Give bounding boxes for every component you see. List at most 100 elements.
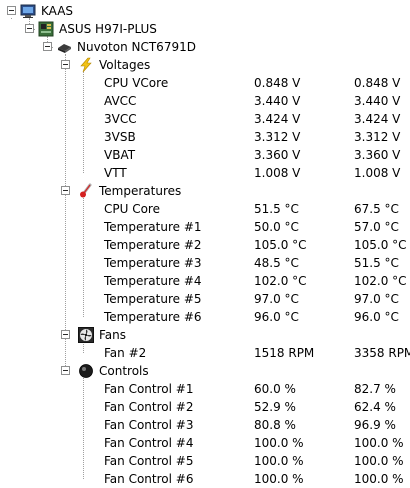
sensor-name: Fan Control #3 — [104, 418, 194, 432]
sensor-name: Temperature #1 — [104, 220, 202, 234]
tree-node-controls[interactable]: Controls — [0, 362, 410, 380]
thermometer-icon — [78, 183, 94, 199]
sensor-max: 3.440 V — [354, 94, 401, 108]
control-knob-icon — [78, 363, 94, 379]
sensor-value: 60.0 % — [254, 382, 296, 396]
sensor-name: Fan Control #4 — [104, 436, 194, 450]
sensor-value: 3.424 V — [254, 112, 301, 126]
tree-node-fans[interactable]: Fans — [0, 326, 410, 344]
node-label: KAAS — [41, 4, 74, 18]
sensor-name: CPU VCore — [104, 76, 169, 90]
sensor-name: Temperature #3 — [104, 256, 202, 270]
sensor-row[interactable]: Fan Control #3 80.8 % 96.9 % — [0, 416, 410, 434]
sensor-max: 3358 RPM — [354, 346, 410, 360]
sensor-row[interactable]: Fan Control #6 100.0 % 100.0 % — [0, 470, 410, 488]
sensor-row[interactable]: Fan Control #1 60.0 % 82.7 % — [0, 380, 410, 398]
motherboard-icon — [38, 21, 54, 37]
node-label: ASUS H97I-PLUS — [59, 22, 157, 36]
sensor-row[interactable]: CPU Core 51.5 °C 67.5 °C — [0, 200, 410, 218]
tree-node-voltages[interactable]: Voltages — [0, 56, 410, 74]
sensor-value: 3.360 V — [254, 148, 301, 162]
sensor-row[interactable]: VBAT 3.360 V 3.360 V — [0, 146, 410, 164]
sensor-name: Fan Control #5 — [104, 454, 194, 468]
sensor-tree: KAAS ASUS H97I-PLUS Nuvoton NCT6791D Vol… — [0, 0, 410, 486]
sensor-row[interactable]: AVCC 3.440 V 3.440 V — [0, 92, 410, 110]
sensor-value: 100.0 % — [254, 436, 304, 450]
sensor-row[interactable]: Temperature #4 102.0 °C 102.0 °C — [0, 272, 410, 290]
sensor-row[interactable]: Fan Control #2 52.9 % 62.4 % — [0, 398, 410, 416]
node-label: Voltages — [99, 58, 151, 72]
sensor-name: Fan #2 — [104, 346, 147, 360]
fan-icon — [78, 327, 94, 343]
sensor-value: 0.848 V — [254, 76, 301, 90]
sensor-row[interactable]: CPU VCore 0.848 V 0.848 V — [0, 74, 410, 92]
collapse-toggle[interactable] — [61, 330, 70, 339]
sensor-name: Temperature #5 — [104, 292, 202, 306]
sensor-value: 96.0 °C — [254, 310, 299, 324]
sensor-value: 97.0 °C — [254, 292, 299, 306]
sensor-row[interactable]: Temperature #3 48.5 °C 51.5 °C — [0, 254, 410, 272]
tree-node-motherboard[interactable]: ASUS H97I-PLUS — [0, 20, 410, 38]
sensor-name: Fan Control #6 — [104, 472, 194, 486]
sensor-name: 3VCC — [104, 112, 137, 126]
sensor-row[interactable]: Fan #2 1518 RPM 3358 RPM — [0, 344, 410, 362]
sensor-max: 67.5 °C — [354, 202, 399, 216]
lightning-icon — [78, 57, 94, 73]
tree-node-computer[interactable]: KAAS — [0, 2, 410, 20]
sensor-value: 105.0 °C — [254, 238, 307, 252]
collapse-toggle[interactable] — [25, 24, 34, 33]
sensor-value: 3.312 V — [254, 130, 301, 144]
chip-icon — [56, 39, 72, 55]
sensor-value: 1.008 V — [254, 166, 301, 180]
sensor-name: VTT — [104, 166, 127, 180]
sensor-value: 1518 RPM — [254, 346, 315, 360]
sensor-max: 3.360 V — [354, 148, 401, 162]
tree-node-chip[interactable]: Nuvoton NCT6791D — [0, 38, 410, 56]
collapse-toggle[interactable] — [61, 60, 70, 69]
sensor-max: 105.0 °C — [354, 238, 407, 252]
sensor-name: 3VSB — [104, 130, 136, 144]
sensor-row[interactable]: 3VCC 3.424 V 3.424 V — [0, 110, 410, 128]
sensor-max: 96.0 °C — [354, 310, 399, 324]
sensor-value: 3.440 V — [254, 94, 301, 108]
sensor-row[interactable]: VTT 1.008 V 1.008 V — [0, 164, 410, 182]
sensor-max: 96.9 % — [354, 418, 396, 432]
sensor-value: 102.0 °C — [254, 274, 307, 288]
sensor-name: AVCC — [104, 94, 137, 108]
sensor-row[interactable]: Fan Control #4 100.0 % 100.0 % — [0, 434, 410, 452]
sensor-value: 50.0 °C — [254, 220, 299, 234]
collapse-toggle[interactable] — [43, 42, 52, 51]
collapse-toggle[interactable] — [61, 186, 70, 195]
sensor-max: 3.424 V — [354, 112, 401, 126]
sensor-row[interactable]: Temperature #1 50.0 °C 57.0 °C — [0, 218, 410, 236]
sensor-value: 48.5 °C — [254, 256, 299, 270]
sensor-max: 51.5 °C — [354, 256, 399, 270]
sensor-max: 3.312 V — [354, 130, 401, 144]
sensor-name: Temperature #4 — [104, 274, 202, 288]
sensor-max: 1.008 V — [354, 166, 401, 180]
node-label: Temperatures — [99, 184, 182, 198]
node-label: Controls — [99, 364, 149, 378]
sensor-row[interactable]: Temperature #5 97.0 °C 97.0 °C — [0, 290, 410, 308]
node-label: Nuvoton NCT6791D — [77, 40, 196, 54]
sensor-max: 57.0 °C — [354, 220, 399, 234]
sensor-max: 100.0 % — [354, 472, 404, 486]
sensor-row[interactable]: Temperature #6 96.0 °C 96.0 °C — [0, 308, 410, 326]
sensor-value: 52.9 % — [254, 400, 296, 414]
collapse-toggle[interactable] — [61, 366, 70, 375]
sensor-value: 100.0 % — [254, 472, 304, 486]
sensor-name: VBAT — [104, 148, 136, 162]
collapse-toggle[interactable] — [7, 6, 16, 15]
sensor-name: CPU Core — [104, 202, 160, 216]
sensor-row[interactable]: Fan Control #5 100.0 % 100.0 % — [0, 452, 410, 470]
sensor-max: 97.0 °C — [354, 292, 399, 306]
sensor-row[interactable]: 3VSB 3.312 V 3.312 V — [0, 128, 410, 146]
sensor-max: 100.0 % — [354, 436, 404, 450]
sensor-name: Temperature #2 — [104, 238, 202, 252]
sensor-value: 51.5 °C — [254, 202, 299, 216]
sensor-row[interactable]: Temperature #2 105.0 °C 105.0 °C — [0, 236, 410, 254]
computer-icon — [20, 3, 36, 19]
sensor-name: Fan Control #2 — [104, 400, 194, 414]
sensor-max: 82.7 % — [354, 382, 396, 396]
tree-node-temperatures[interactable]: Temperatures — [0, 182, 410, 200]
